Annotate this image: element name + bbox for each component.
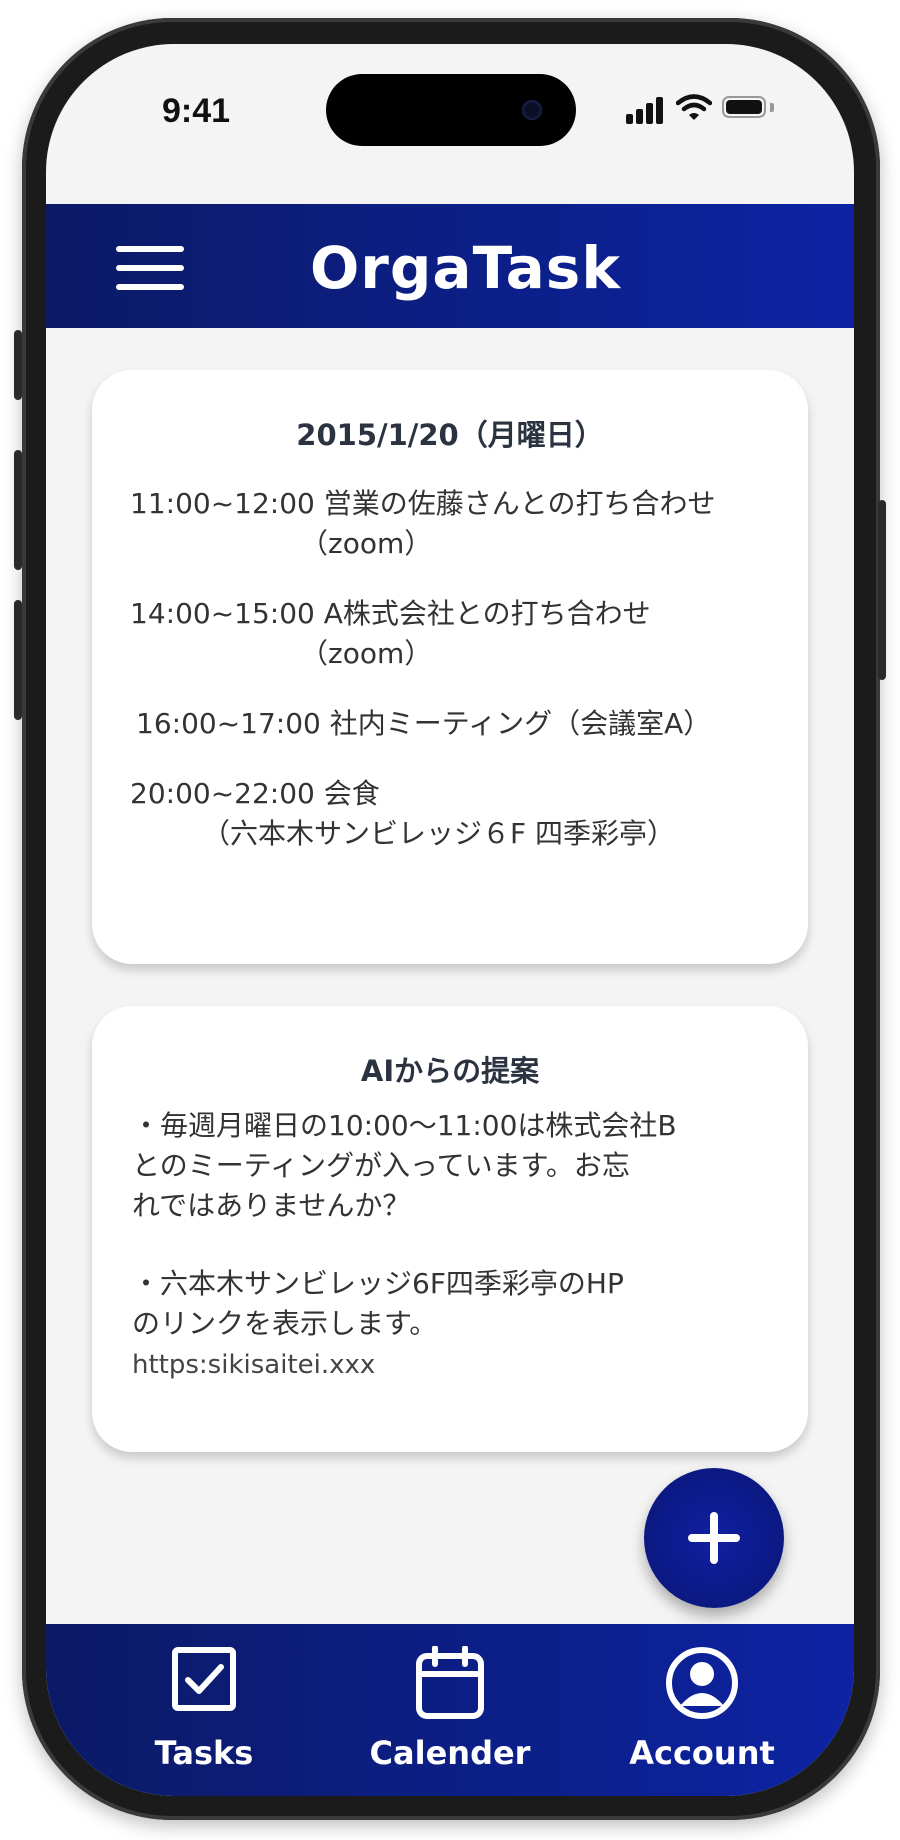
- event-line: 14:00~15:00 A株式会社との打ち合わせ: [130, 597, 651, 630]
- nav-calendar[interactable]: Calender: [350, 1624, 550, 1796]
- schedule-date-title: 2015/1/20（月曜日）: [296, 418, 604, 452]
- wifi-icon: [676, 94, 712, 120]
- nav-account-label: Account: [629, 1734, 775, 1772]
- add-button[interactable]: [644, 1468, 784, 1608]
- event-line: 11:00~12:00 営業の佐藤さんとの打ち合わせ: [130, 487, 716, 520]
- signal-icon: [626, 94, 666, 124]
- dynamic-island: [326, 74, 576, 146]
- silent-switch: [14, 330, 22, 400]
- suggestion-line: ・六本木サンビレッジ6F四季彩亭のHP: [132, 1267, 624, 1300]
- event-line: 16:00~17:00 社内ミーティング（会議室A）: [136, 707, 712, 740]
- app-header: OrgaTask: [46, 204, 854, 328]
- hamburger-menu-icon[interactable]: [116, 246, 184, 290]
- app-title: OrgaTask: [310, 234, 621, 302]
- nav-account[interactable]: Account: [602, 1624, 802, 1796]
- schedule-card[interactable]: 2015/1/20（月曜日） 11:00~12:00 営業の佐藤さんとの打ち合わ…: [92, 370, 808, 964]
- event-location: （zoom）: [300, 637, 433, 670]
- account-icon: [666, 1647, 738, 1719]
- suggestion-line: れではありませんか？: [132, 1189, 411, 1222]
- bottom-nav: Tasks Calender Account: [46, 1624, 854, 1796]
- camera-icon: [522, 100, 542, 120]
- nav-tasks-label: Tasks: [154, 1734, 254, 1772]
- event-line: 20:00~22:00 会食: [130, 777, 380, 810]
- suggestion-line: ・毎週月曜日の10:00〜11:00は株式会社B: [132, 1109, 677, 1142]
- volume-up-button: [14, 450, 22, 570]
- plus-icon-vertical: [710, 1512, 718, 1564]
- suggestion-line: とのミーティングが入っています。お忘: [132, 1149, 630, 1182]
- power-button: [878, 500, 886, 680]
- event-location: （六本木サンビレッジ６F 四季彩亭）: [202, 817, 676, 850]
- ai-card-title: AIからの提案: [360, 1054, 540, 1088]
- battery-icon: [722, 96, 766, 118]
- battery-tip: [770, 103, 774, 112]
- calendar-icon: [416, 1646, 484, 1719]
- suggestion-link[interactable]: https:sikisaitei.xxx: [132, 1350, 375, 1380]
- ai-suggestion-card[interactable]: AIからの提案 ・毎週月曜日の10:00〜11:00は株式会社B とのミーティン…: [92, 1006, 808, 1452]
- status-bar: 9:41: [46, 44, 854, 204]
- nav-calendar-label: Calender: [369, 1734, 531, 1772]
- screen: 9:41 OrgaTask 2015/1/20（月曜日） 11:00~12:00…: [46, 44, 854, 1796]
- suggestion-line: のリンクを表示します。: [132, 1307, 438, 1340]
- event-location: （zoom）: [300, 527, 433, 560]
- status-time: 9:41: [162, 92, 231, 130]
- nav-tasks[interactable]: Tasks: [104, 1624, 304, 1796]
- checkbox-icon: [172, 1647, 236, 1711]
- volume-down-button: [14, 600, 22, 720]
